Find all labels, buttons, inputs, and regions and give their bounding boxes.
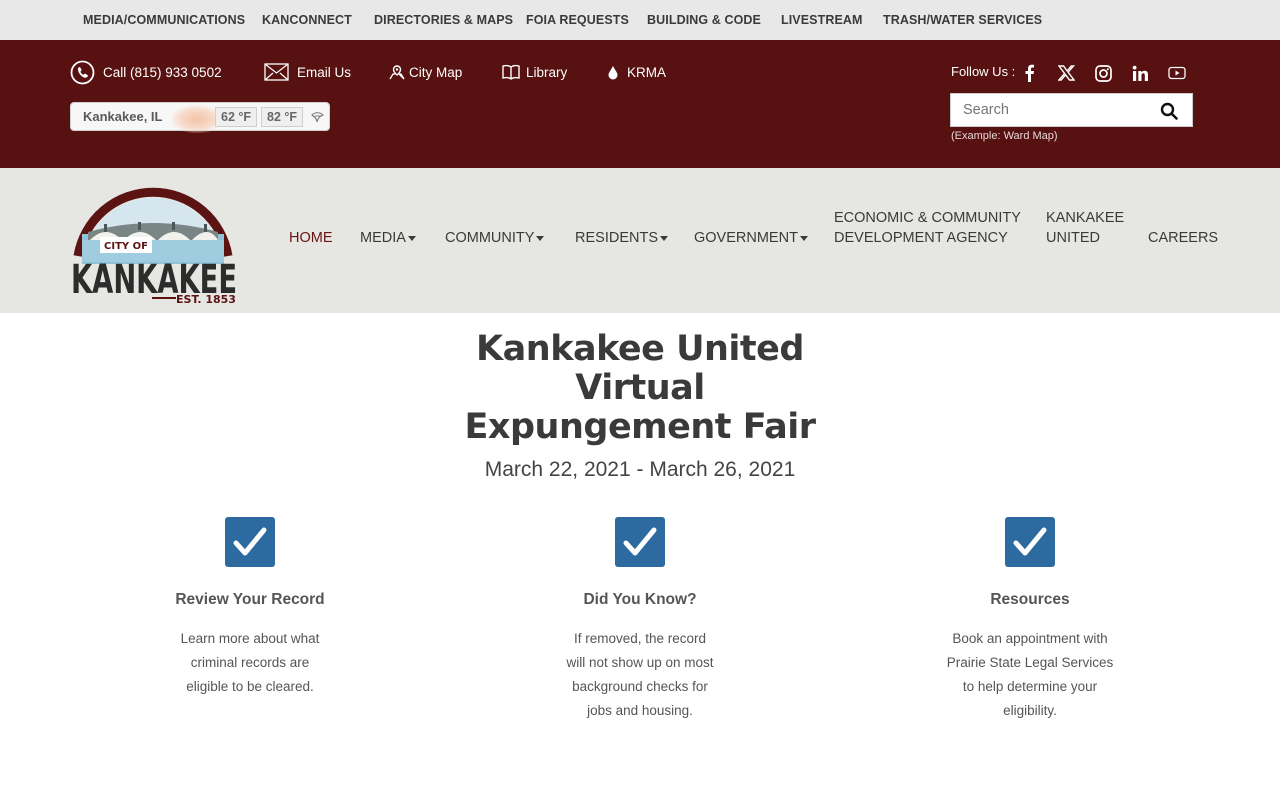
phone-icon xyxy=(70,60,95,85)
checkbox-icon xyxy=(615,517,665,567)
nav-media-label: MEDIA xyxy=(360,230,406,246)
nav-economic-development[interactable]: ECONOMIC & COMMUNITY DEVELOPMENT AGENCY xyxy=(834,208,1021,248)
map-icon xyxy=(389,64,405,80)
x-twitter-icon[interactable] xyxy=(1055,62,1077,84)
top-utility-bar: MEDIA/COMMUNICATIONS KANCONNECT DIRECTOR… xyxy=(0,0,1280,40)
column-text-line: eligibility. xyxy=(1003,703,1057,718)
main-navigation: CITY OF KANKAKEE EST. 1853 HOME MEDIA CO… xyxy=(0,168,1280,313)
chevron-down-icon xyxy=(799,235,808,241)
column-text-line: criminal records are xyxy=(190,655,310,670)
library-label: Library xyxy=(526,64,568,80)
library-link[interactable]: Library xyxy=(502,60,567,84)
logo-city-of: CITY OF xyxy=(104,241,148,252)
search-box xyxy=(950,93,1193,127)
logo-est: EST. 1853 xyxy=(176,293,236,306)
header-bar: Call (815) 933 0502 Email Us City Map Li… xyxy=(0,40,1280,168)
weather-low-temp: 62 °F xyxy=(215,107,258,127)
topbar-link-livestream[interactable]: LIVESTREAM xyxy=(781,13,863,27)
nav-kankakee-united-line1: KANKAKEE xyxy=(1046,210,1125,226)
city-map-link[interactable]: City Map xyxy=(389,60,462,84)
column-text-line: Book an appointment with xyxy=(952,631,1108,646)
info-column-resources: Resources Book an appointment with Prair… xyxy=(900,517,1160,723)
call-link-label: Call (815) 933 0502 xyxy=(103,64,222,80)
column-heading: Did You Know? xyxy=(583,591,697,608)
chevron-down-icon xyxy=(536,235,545,241)
nav-residents-label: RESIDENTS xyxy=(575,230,658,246)
nav-government[interactable]: GOVERNMENT xyxy=(694,228,808,248)
page-title: Kankakee United Virtual Expungement Fair xyxy=(340,330,940,447)
checkbox-icon xyxy=(1005,517,1055,567)
weather-high-temp: 82 °F xyxy=(261,107,304,127)
nav-media[interactable]: MEDIA xyxy=(360,228,416,248)
email-icon xyxy=(264,63,289,81)
info-column-did-you-know: Did You Know? If removed, the record wil… xyxy=(510,517,770,723)
column-text: If removed, the record will not show up … xyxy=(510,627,770,723)
column-text: Book an appointment with Prairie State L… xyxy=(900,627,1160,723)
nav-economic-line1: ECONOMIC & COMMUNITY xyxy=(834,210,1021,226)
email-link-label: Email Us xyxy=(297,64,352,80)
column-heading: Resources xyxy=(990,591,1070,608)
page-title-line3: Expungement Fair xyxy=(464,407,816,447)
krma-label: KRMA xyxy=(627,64,667,80)
wind-icon xyxy=(311,110,325,126)
checkbox-icon xyxy=(225,517,275,567)
chevron-down-icon xyxy=(660,235,668,241)
nav-careers[interactable]: CAREERS xyxy=(1148,228,1218,248)
city-map-label: City Map xyxy=(409,64,463,80)
nav-economic-line2: DEVELOPMENT AGENCY xyxy=(834,230,1008,246)
column-text: Learn more about what criminal records a… xyxy=(120,627,380,699)
nav-kankakee-united[interactable]: KANKAKEE UNITED xyxy=(1046,208,1124,248)
weather-widget[interactable]: Kankakee, IL 62 °F 82 °F xyxy=(70,102,330,133)
column-text-line: Learn more about what xyxy=(180,631,320,646)
topbar-link-trash-water[interactable]: TRASH/WATER SERVICES xyxy=(883,13,1042,27)
topbar-link-media[interactable]: MEDIA/COMMUNICATIONS xyxy=(83,13,245,27)
nav-home[interactable]: HOME xyxy=(289,228,333,248)
search-example-hint: (Example: Ward Map) xyxy=(951,130,1058,142)
follow-us-label: Follow Us : xyxy=(951,64,1016,79)
page-title-line2: Virtual xyxy=(575,368,705,408)
youtube-icon[interactable] xyxy=(1166,62,1188,84)
krma-link[interactable]: KRMA xyxy=(607,60,666,84)
nav-residents[interactable]: RESIDENTS xyxy=(575,228,668,248)
nav-kankakee-united-line2: UNITED xyxy=(1046,230,1100,246)
column-text-line: eligible to be cleared. xyxy=(186,679,314,694)
column-text-line: background checks for xyxy=(572,679,708,694)
page-title-line1: Kankakee United xyxy=(476,329,804,369)
chevron-down-icon xyxy=(407,235,416,241)
city-logo[interactable]: CITY OF KANKAKEE EST. 1853 xyxy=(68,176,240,306)
nav-community[interactable]: COMMUNITY xyxy=(445,228,545,248)
nav-careers-label: CAREERS xyxy=(1148,230,1219,246)
event-dates: March 22, 2021 - March 26, 2021 xyxy=(484,458,796,481)
column-heading: Review Your Record xyxy=(175,591,325,608)
column-text-line: will not show up on most xyxy=(566,655,714,670)
search-icon[interactable] xyxy=(1160,102,1178,125)
nav-home-label: HOME xyxy=(289,230,333,246)
info-column-review: Review Your Record Learn more about what… xyxy=(120,517,380,699)
topbar-link-directories[interactable]: DIRECTORIES & MAPS xyxy=(374,13,513,27)
call-link[interactable]: Call (815) 933 0502 xyxy=(70,60,222,84)
instagram-icon[interactable] xyxy=(1092,62,1114,84)
book-icon xyxy=(502,64,520,80)
weather-location: Kankakee, IL xyxy=(83,109,163,124)
water-drop-icon xyxy=(607,65,619,80)
linkedin-icon[interactable] xyxy=(1129,62,1151,84)
nav-community-label: COMMUNITY xyxy=(445,230,535,246)
column-text-line: jobs and housing. xyxy=(587,703,693,718)
search-input[interactable] xyxy=(951,94,1156,126)
topbar-link-building[interactable]: BUILDING & CODE xyxy=(647,13,761,27)
email-link[interactable]: Email Us xyxy=(264,60,351,84)
column-text-line: to help determine your xyxy=(962,679,1098,694)
topbar-link-kanconnect[interactable]: KANCONNECT xyxy=(262,13,352,27)
column-text-line: Prairie State Legal Services xyxy=(946,655,1114,670)
column-text-line: If removed, the record xyxy=(573,631,707,646)
facebook-icon[interactable] xyxy=(1018,62,1040,84)
topbar-link-foia[interactable]: FOIA REQUESTS xyxy=(526,13,629,27)
nav-government-label: GOVERNMENT xyxy=(694,230,798,246)
